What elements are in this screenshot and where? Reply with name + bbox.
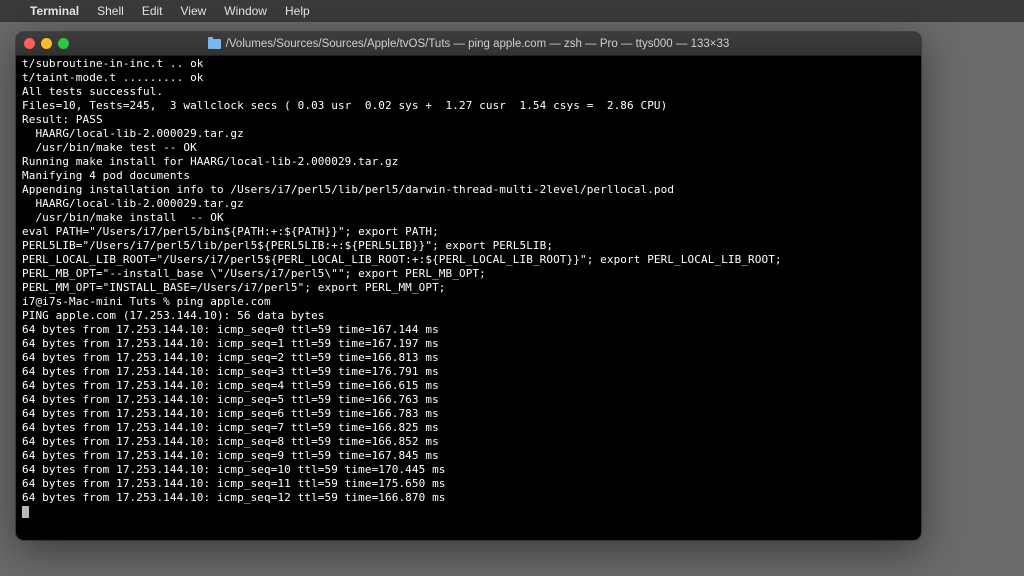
terminal-line: 64 bytes from 17.253.144.10: icmp_seq=6 …: [22, 407, 915, 421]
menubar-item-shell[interactable]: Shell: [97, 4, 124, 18]
cursor: [22, 506, 29, 518]
terminal-line: 64 bytes from 17.253.144.10: icmp_seq=10…: [22, 463, 915, 477]
traffic-lights: [24, 38, 69, 49]
folder-icon: [208, 39, 221, 49]
terminal-line: /usr/bin/make test -- OK: [22, 141, 915, 155]
terminal-line: eval PATH="/Users/i7/perl5/bin${PATH:+:$…: [22, 225, 915, 239]
terminal-line: Appending installation info to /Users/i7…: [22, 183, 915, 197]
terminal-line: Files=10, Tests=245, 3 wallclock secs ( …: [22, 99, 915, 113]
terminal-line: PERL_MM_OPT="INSTALL_BASE=/Users/i7/perl…: [22, 281, 915, 295]
terminal-line: PERL5LIB="/Users/i7/perl5/lib/perl5${PER…: [22, 239, 915, 253]
window-titlebar[interactable]: /Volumes/Sources/Sources/Apple/tvOS/Tuts…: [16, 32, 921, 56]
terminal-line: /usr/bin/make install -- OK: [22, 211, 915, 225]
menubar-item-window[interactable]: Window: [224, 4, 267, 18]
minimize-button[interactable]: [41, 38, 52, 49]
terminal-line: PERL_LOCAL_LIB_ROOT="/Users/i7/perl5${PE…: [22, 253, 915, 267]
menubar: Terminal Shell Edit View Window Help: [0, 0, 1024, 22]
terminal-line: HAARG/local-lib-2.000029.tar.gz: [22, 197, 915, 211]
terminal-line: 64 bytes from 17.253.144.10: icmp_seq=4 …: [22, 379, 915, 393]
terminal-line: 64 bytes from 17.253.144.10: icmp_seq=9 …: [22, 449, 915, 463]
terminal-line: 64 bytes from 17.253.144.10: icmp_seq=12…: [22, 491, 915, 505]
terminal-line: 64 bytes from 17.253.144.10: icmp_seq=1 …: [22, 337, 915, 351]
terminal-line: 64 bytes from 17.253.144.10: icmp_seq=8 …: [22, 435, 915, 449]
terminal-line: i7@i7s-Mac-mini Tuts % ping apple.com: [22, 295, 915, 309]
terminal-line: 64 bytes from 17.253.144.10: icmp_seq=11…: [22, 477, 915, 491]
terminal-window: /Volumes/Sources/Sources/Apple/tvOS/Tuts…: [16, 32, 921, 540]
terminal-line: 64 bytes from 17.253.144.10: icmp_seq=3 …: [22, 365, 915, 379]
terminal-line: 64 bytes from 17.253.144.10: icmp_seq=0 …: [22, 323, 915, 337]
terminal-content[interactable]: t/subroutine-in-inc.t .. okt/taint-mode.…: [16, 56, 921, 540]
terminal-line: All tests successful.: [22, 85, 915, 99]
terminal-cursor-line: [22, 505, 915, 519]
close-button[interactable]: [24, 38, 35, 49]
menubar-item-view[interactable]: View: [181, 4, 207, 18]
window-title-text: /Volumes/Sources/Sources/Apple/tvOS/Tuts…: [226, 38, 730, 50]
terminal-line: Manifying 4 pod documents: [22, 169, 915, 183]
terminal-line: PERL_MB_OPT="--install_base \"/Users/i7/…: [22, 267, 915, 281]
terminal-line: HAARG/local-lib-2.000029.tar.gz: [22, 127, 915, 141]
menubar-item-edit[interactable]: Edit: [142, 4, 163, 18]
terminal-line: t/taint-mode.t ......... ok: [22, 71, 915, 85]
menubar-item-help[interactable]: Help: [285, 4, 310, 18]
zoom-button[interactable]: [58, 38, 69, 49]
terminal-line: PING apple.com (17.253.144.10): 56 data …: [22, 309, 915, 323]
menubar-app-name[interactable]: Terminal: [30, 4, 79, 18]
terminal-line: t/subroutine-in-inc.t .. ok: [22, 57, 915, 71]
terminal-line: 64 bytes from 17.253.144.10: icmp_seq=2 …: [22, 351, 915, 365]
window-title: /Volumes/Sources/Sources/Apple/tvOS/Tuts…: [16, 38, 921, 50]
terminal-line: Running make install for HAARG/local-lib…: [22, 155, 915, 169]
terminal-line: 64 bytes from 17.253.144.10: icmp_seq=7 …: [22, 421, 915, 435]
terminal-line: Result: PASS: [22, 113, 915, 127]
terminal-line: 64 bytes from 17.253.144.10: icmp_seq=5 …: [22, 393, 915, 407]
